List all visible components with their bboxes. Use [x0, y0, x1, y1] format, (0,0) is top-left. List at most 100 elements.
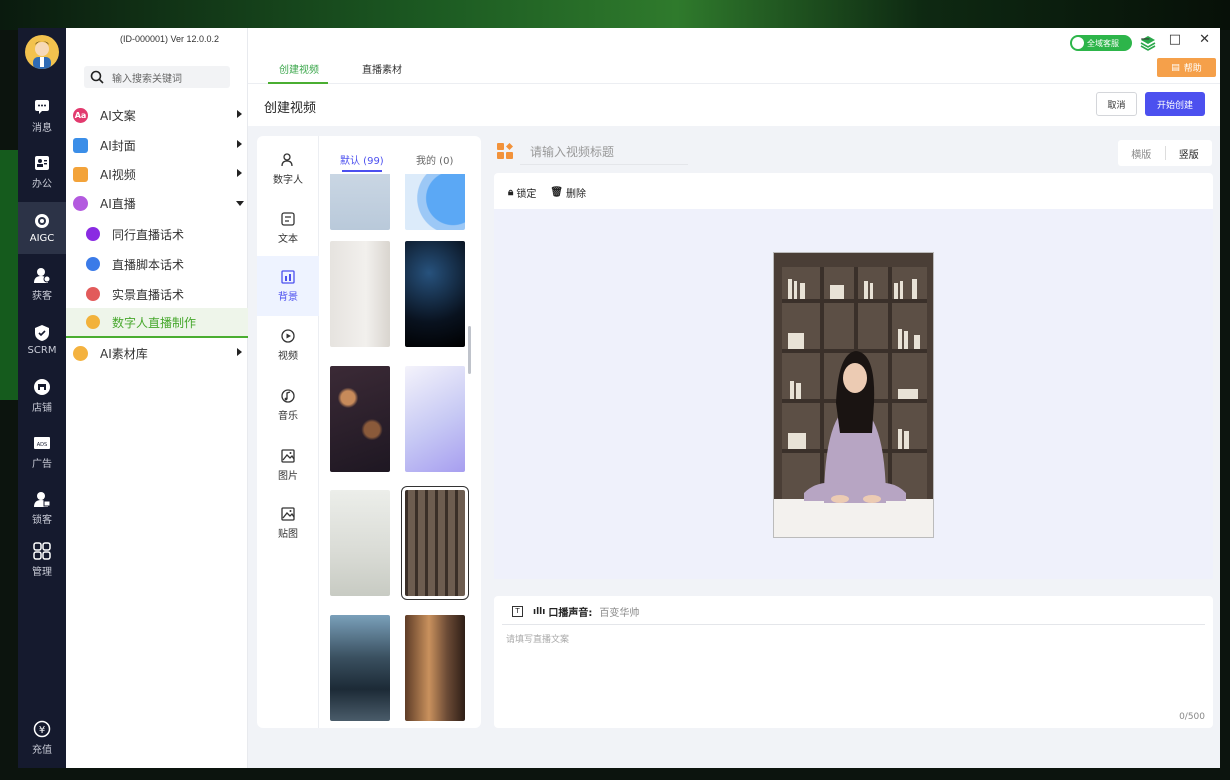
voice-selector[interactable]: ıllı 口播声音: 百变华帅	[533, 604, 639, 620]
text-icon	[281, 212, 295, 226]
delete-button[interactable]: 🗑︎ 删除	[550, 185, 586, 200]
background-thumbnail[interactable]	[330, 174, 390, 230]
search-icon	[90, 70, 104, 84]
rail-item-store[interactable]: 店铺	[18, 370, 66, 422]
menu-label: AI素材库	[100, 346, 148, 361]
subtab-mine[interactable]: 我的 (0)	[416, 152, 453, 167]
start-create-button[interactable]: 开始创建	[1145, 92, 1205, 116]
category-digital-human[interactable]: 数字人	[257, 140, 319, 198]
rail-label: AIGC	[29, 233, 55, 244]
tab-live-material[interactable]: 直播素材	[362, 61, 402, 76]
text-box-icon[interactable]: T	[512, 606, 523, 617]
menu-label: AI封面	[100, 138, 136, 153]
rail-label: 店铺	[32, 403, 52, 414]
category-sticker[interactable]: 贴图	[257, 494, 319, 552]
menu-subitem-peer-live-script[interactable]: 同行直播话术	[66, 220, 248, 248]
menu-subitem-live-script[interactable]: 直播脚本话术	[66, 250, 248, 278]
category-label: 贴图	[278, 529, 298, 540]
cancel-button[interactable]: 取消	[1096, 92, 1137, 116]
rail-item-recharge[interactable]: ¥ 充值	[18, 712, 66, 764]
menu-item-ai-copy[interactable]: Aa AI文案	[66, 101, 248, 129]
background-thumbnail[interactable]	[330, 241, 390, 347]
rail-item-acquire[interactable]: 获客	[18, 258, 66, 310]
rail-label: 管理	[32, 567, 52, 578]
menu-label: AI直播	[100, 196, 136, 211]
tab-create-video[interactable]: 创建视频	[279, 61, 319, 76]
video-title-input[interactable]: 请输入视频标题	[530, 143, 614, 160]
close-icon[interactable]: ✕	[1199, 32, 1210, 47]
rail-item-messages[interactable]: 消息	[18, 90, 66, 142]
digital-human-icon	[281, 153, 293, 167]
rail-label: 办公	[32, 179, 52, 190]
rail-item-scrm[interactable]: SCRM	[18, 314, 66, 366]
chevron-right-icon	[237, 169, 242, 177]
rail-item-aigc[interactable]: AIGC	[18, 202, 66, 254]
user-lock-icon	[34, 492, 51, 507]
shield-icon	[35, 325, 49, 341]
menu-subitem-real-scene-script[interactable]: 实景直播话术	[66, 280, 248, 308]
background-thumbnail[interactable]	[330, 366, 390, 472]
orientation-portrait[interactable]: 竖版	[1166, 146, 1213, 161]
script-divider	[502, 624, 1205, 625]
search-placeholder: 输入搜索关键词	[112, 73, 182, 85]
background-thumbnail[interactable]	[405, 241, 465, 347]
background-thumbnail[interactable]	[405, 615, 465, 721]
menu-item-ai-cover[interactable]: AI封面	[66, 131, 248, 159]
digital-human-icon	[86, 315, 100, 329]
background-thumbnail[interactable]	[330, 615, 390, 721]
menu-subitem-digital-human-live[interactable]: 数字人直播制作	[66, 308, 248, 338]
preview-panel: 🔒︎ 锁定 🗑︎ 删除	[494, 173, 1213, 579]
lock-icon: 🔒︎	[508, 187, 514, 198]
background-thumbnail[interactable]	[405, 366, 465, 472]
menu-label: 同行直播话术	[112, 227, 185, 242]
video-icon	[73, 166, 88, 182]
minimize-icon[interactable]: −	[1140, 32, 1151, 47]
script-textarea[interactable]: 请填写直播文案	[506, 632, 569, 645]
category-label: 文本	[278, 234, 298, 245]
lock-label: 锁定	[516, 189, 537, 200]
text-a-icon: Aa	[73, 107, 88, 123]
category-video[interactable]: 视频	[257, 316, 319, 374]
menu-label: AI视频	[100, 167, 136, 182]
orientation-toggle: 横版 竖版	[1118, 140, 1212, 166]
page-title: 创建视频	[264, 101, 317, 116]
lock-button[interactable]: 🔒︎ 锁定	[508, 185, 536, 200]
category-label: 背景	[278, 292, 298, 303]
rail-item-ads[interactable]: ADS 广告	[18, 426, 66, 478]
user-avatar[interactable]	[25, 35, 59, 69]
category-label: 音乐	[278, 411, 298, 422]
search-input[interactable]: 输入搜索关键词	[84, 66, 230, 88]
menu-label: AI文案	[100, 108, 136, 123]
sticker-icon	[281, 507, 295, 521]
menu-item-ai-live[interactable]: AI直播	[66, 189, 248, 217]
material-library-icon	[73, 345, 88, 361]
video-play-icon	[281, 329, 295, 343]
subtab-default[interactable]: 默认 (99)	[340, 152, 384, 167]
category-music[interactable]: 音乐	[257, 376, 319, 434]
rail-label: 消息	[32, 123, 52, 134]
tab-bar: 创建视频 直播素材 ▤ 帮助	[248, 54, 1220, 84]
maximize-icon[interactable]: □	[1169, 32, 1181, 47]
active-subtab-underline	[342, 170, 382, 172]
rail-item-lock-customer[interactable]: 锁客	[18, 482, 66, 534]
background-thumbnail-bookshelf[interactable]	[401, 486, 469, 600]
background-thumbnail[interactable]	[330, 490, 390, 596]
desktop-background	[0, 0, 1230, 30]
help-button[interactable]: ▤ 帮助	[1157, 58, 1216, 77]
service-button[interactable]: 全域客服	[1070, 35, 1132, 51]
video-title-field: 请输入视频标题	[496, 136, 1196, 172]
background-thumbnail[interactable]	[405, 174, 465, 230]
thumbnail-scrollbar[interactable]	[468, 326, 471, 374]
rail-item-manage[interactable]: 管理	[18, 534, 66, 586]
category-image[interactable]: 图片	[257, 436, 319, 494]
category-background[interactable]: 背景	[257, 256, 319, 316]
orientation-landscape[interactable]: 横版	[1118, 146, 1165, 161]
voice-label: 口播声音:	[548, 608, 593, 619]
menu-item-ai-material[interactable]: AI素材库	[66, 339, 248, 367]
rail-item-office[interactable]: 办公	[18, 146, 66, 198]
category-text[interactable]: 文本	[257, 199, 319, 257]
menu-item-ai-video[interactable]: AI视频	[66, 160, 248, 188]
soundwave-icon: ıllı	[533, 606, 546, 617]
chevron-right-icon	[237, 110, 242, 118]
digital-human-preview[interactable]	[773, 252, 934, 538]
